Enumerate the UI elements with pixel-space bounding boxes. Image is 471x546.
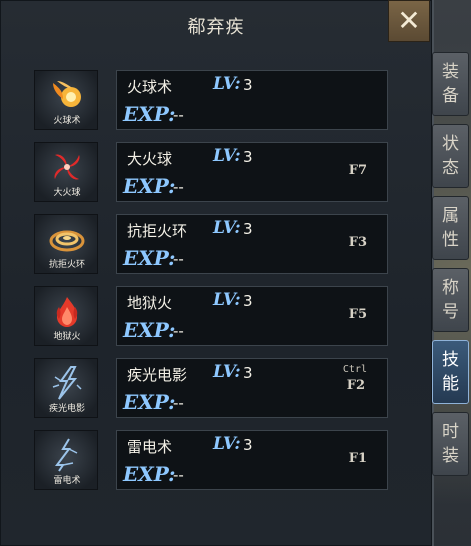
- skill-icon-label: 疾光电影: [48, 404, 85, 414]
- skill-icon-box[interactable]: 疾光电影: [34, 358, 98, 418]
- skill-row[interactable]: 雷电术 雷电术 LV: 3 EXP: -- F1: [34, 430, 390, 490]
- skill-name: 火球术: [127, 78, 173, 96]
- tab-attributes[interactable]: 属性: [432, 196, 469, 260]
- skill-info: 火球术 LV: 3 EXP: --: [116, 70, 388, 130]
- exp-label: EXP:: [123, 102, 176, 126]
- skill-name: 雷电术: [127, 438, 173, 456]
- exp-value: --: [173, 106, 184, 124]
- exp-value: --: [173, 250, 184, 268]
- hotkey: F2: [346, 378, 365, 393]
- level-value: 3: [243, 436, 253, 454]
- level-value: 3: [243, 148, 253, 166]
- level-label: LV:: [213, 362, 241, 382]
- hotkey: F5: [348, 307, 367, 322]
- skill-icon-box[interactable]: 火球术: [34, 70, 98, 130]
- skill-icon-label: 抗拒火环: [48, 260, 85, 270]
- hotkey: F1: [348, 451, 367, 466]
- skill-info: 疾光电影 LV: 3 EXP: -- Ctrl F2: [116, 358, 388, 418]
- exp-value: --: [173, 394, 184, 412]
- lightning-bolt-icon: [52, 366, 82, 400]
- skill-row[interactable]: 大火球 大火球 LV: 3 EXP: -- F7: [34, 142, 390, 202]
- tab-skills[interactable]: 技能: [432, 340, 469, 404]
- skill-icon-label: 雷电术: [53, 476, 81, 486]
- level-label: LV:: [213, 218, 241, 238]
- skill-name: 抗拒火环: [127, 222, 188, 240]
- close-icon: ✕: [397, 4, 421, 37]
- skill-row[interactable]: 火球术 火球术 LV: 3 EXP: --: [34, 70, 390, 130]
- thunder-icon: [55, 438, 78, 472]
- skill-icon-label: 大火球: [53, 188, 81, 198]
- tab-status[interactable]: 状态: [432, 124, 469, 188]
- close-button[interactable]: ✕: [388, 0, 430, 42]
- fireball-icon: [53, 81, 81, 107]
- exp-value: --: [173, 178, 184, 196]
- exp-label: EXP:: [123, 246, 176, 270]
- tab-titles[interactable]: 称号: [432, 268, 469, 332]
- exp-label: EXP:: [123, 390, 176, 414]
- tab-fashion[interactable]: 时装: [432, 412, 469, 476]
- skill-info: 大火球 LV: 3 EXP: -- F7: [116, 142, 388, 202]
- skill-name: 大火球: [127, 150, 173, 168]
- level-label: LV:: [213, 146, 241, 166]
- exp-label: EXP:: [123, 174, 176, 198]
- hellfire-icon: [56, 297, 78, 327]
- skill-row[interactable]: 抗拒火环 抗拒火环 LV: 3 EXP: -- F3: [34, 214, 390, 274]
- skill-row[interactable]: 疾光电影 疾光电影 LV: 3 EXP: -- Ctrl F2: [34, 358, 390, 418]
- window-title: 郗弃疾: [187, 17, 245, 38]
- big-fireball-icon: [54, 154, 80, 180]
- level-value: 3: [243, 220, 253, 238]
- skill-info: 雷电术 LV: 3 EXP: -- F1: [116, 430, 388, 490]
- tab-equipment[interactable]: 装备: [432, 52, 469, 116]
- level-value: 3: [243, 364, 253, 382]
- hotkey: F3: [348, 235, 367, 250]
- skill-name: 地狱火: [127, 294, 173, 312]
- exp-value: --: [173, 322, 184, 340]
- hotkey: F7: [348, 163, 367, 178]
- skill-name: 疾光电影: [127, 366, 188, 384]
- level-value: 3: [243, 76, 253, 94]
- skill-icon-box[interactable]: 大火球: [34, 142, 98, 202]
- skill-icon-box[interactable]: 雷电术: [34, 430, 98, 490]
- skill-row[interactable]: 地狱火 地狱火 LV: 3 EXP: -- F5: [34, 286, 390, 346]
- exp-label: EXP:: [123, 462, 176, 486]
- exp-label: EXP:: [123, 318, 176, 342]
- skill-icon-box[interactable]: 地狱火: [34, 286, 98, 346]
- skill-info: 地狱火 LV: 3 EXP: -- F5: [116, 286, 388, 346]
- level-value: 3: [243, 292, 253, 310]
- level-label: LV:: [213, 434, 241, 454]
- skill-info: 抗拒火环 LV: 3 EXP: -- F3: [116, 214, 388, 274]
- exp-value: --: [173, 466, 184, 484]
- hotkey-modifier: Ctrl: [342, 364, 367, 375]
- level-label: LV:: [213, 290, 241, 310]
- skill-icon-box[interactable]: 抗拒火环: [34, 214, 98, 274]
- fire-ring-icon: [49, 230, 85, 252]
- skill-icon-label: 地狱火: [53, 332, 81, 342]
- level-label: LV:: [213, 74, 241, 94]
- skill-icon-label: 火球术: [53, 116, 81, 126]
